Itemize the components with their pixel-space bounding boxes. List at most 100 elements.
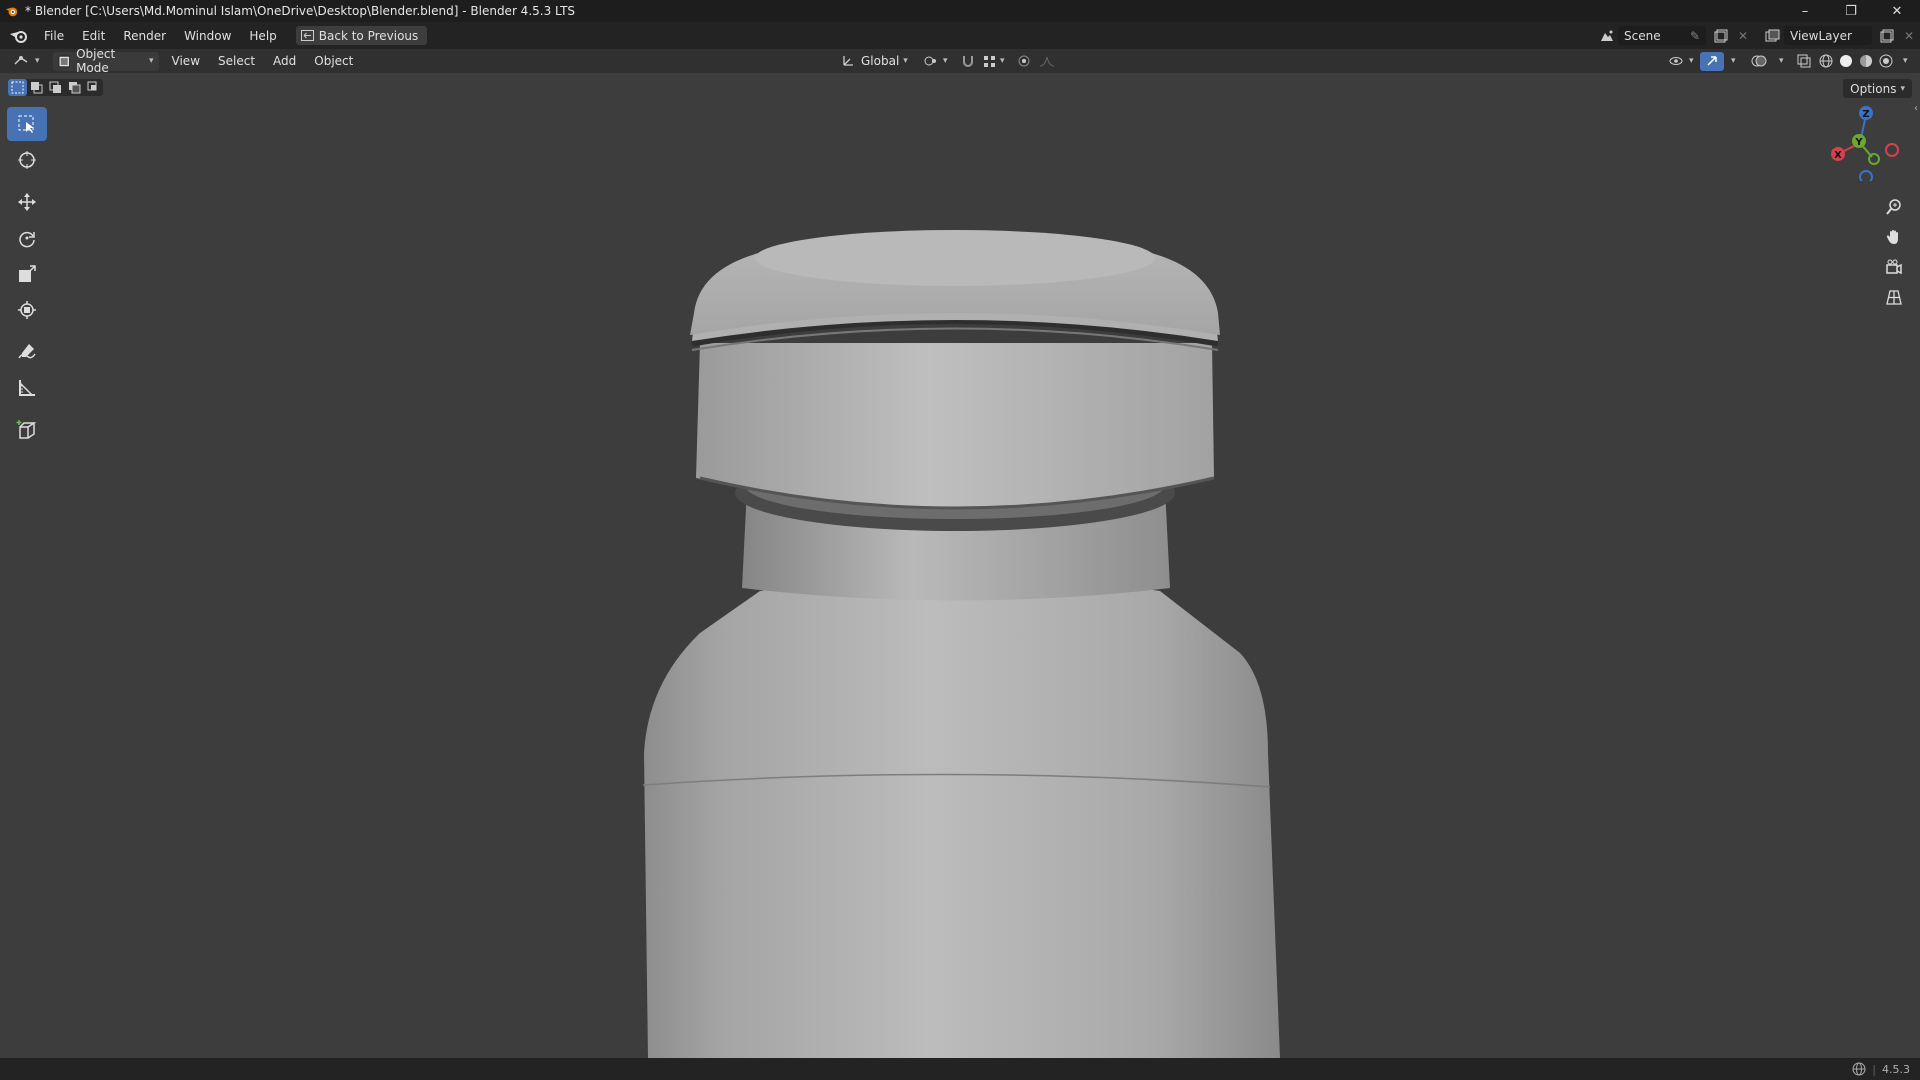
tool-rotate[interactable] (7, 221, 47, 255)
scene-name-field[interactable]: Scene ✎ (1618, 26, 1706, 45)
xray-icon (1797, 54, 1811, 68)
pan-hand-icon (1886, 230, 1898, 244)
cursor-icon (18, 151, 36, 169)
tool-transform[interactable] (7, 293, 47, 327)
zoom-magnifier-icon (1886, 199, 1901, 215)
navigation-gizmo[interactable]: Z Y X (1818, 101, 1908, 181)
menu-render[interactable]: Render (114, 29, 175, 43)
menu-file[interactable]: File (35, 29, 73, 43)
select-invert-icon[interactable] (65, 79, 84, 96)
close-button[interactable]: ✕ (1874, 0, 1920, 22)
xray-toggle[interactable] (1792, 52, 1816, 71)
show-overlays-toggle[interactable] (1746, 52, 1772, 71)
blender-app-icon (5, 7, 18, 17)
gizmo-icon (1707, 56, 1717, 66)
new-scene-icon[interactable] (1710, 26, 1732, 45)
pivot-caret-icon: ▾ (943, 56, 948, 66)
camera-view-button[interactable] (1880, 253, 1908, 281)
shading-caret-icon: ▾ (1903, 56, 1908, 66)
options-dropdown[interactable]: Options ▾ (1843, 79, 1912, 98)
zoom-button[interactable] (1880, 193, 1908, 221)
blender-logo-icon[interactable] (9, 28, 29, 44)
pin-icon[interactable]: ✎ (1690, 29, 1700, 43)
overlays-icon (1751, 55, 1767, 67)
solid-sphere-icon (1840, 55, 1852, 67)
scene-browse-icon[interactable] (1596, 26, 1618, 45)
gizmo-dropdown[interactable]: ▾ (1722, 52, 1741, 71)
perspective-toggle-button[interactable] (1880, 283, 1908, 311)
viewport-header: ▾ Object Mode ▾ View Select Add Object G… (0, 47, 1920, 75)
remove-view-layer-icon[interactable]: ✕ (1898, 26, 1920, 45)
options-caret-icon: ▾ (1900, 83, 1905, 94)
object-mode-caret-icon: ▾ (149, 56, 154, 66)
select-subtract-icon[interactable] (46, 79, 65, 96)
menu-edit[interactable]: Edit (73, 29, 114, 43)
object-mode-dropdown[interactable]: Object Mode ▾ (52, 47, 159, 75)
tool-annotate[interactable] (7, 335, 47, 369)
editor-type-button[interactable]: ▾ (8, 52, 45, 71)
view-layer-name: ViewLayer (1790, 28, 1852, 43)
select-intersect-icon[interactable] (84, 79, 103, 96)
material-sphere-icon (1860, 55, 1872, 67)
gizmo-neg-x-handle[interactable] (1885, 143, 1899, 157)
selectability-visibility-dropdown[interactable]: ▾ (1664, 52, 1699, 71)
3d-viewport-icon (14, 56, 28, 65)
perspective-grid-icon (1886, 290, 1902, 305)
gizmo-neg-y-handle[interactable] (1868, 153, 1880, 165)
editor-type-caret-icon: ▾ (35, 56, 40, 66)
snap-toggle[interactable] (956, 52, 980, 71)
header-menu-select[interactable]: Select (209, 54, 264, 68)
annotate-pencil-icon (18, 344, 36, 359)
eye-pointer-icon (1669, 57, 1683, 65)
proportional-edit-icon (1018, 55, 1030, 67)
header-menu-add[interactable]: Add (264, 54, 305, 68)
gizmo-neg-z-handle[interactable] (1859, 170, 1873, 181)
menu-help[interactable]: Help (240, 29, 285, 43)
select-new-icon[interactable] (8, 79, 27, 96)
snap-target-dropdown[interactable]: ▾ (978, 52, 1010, 71)
tool-select-box[interactable] (7, 107, 47, 141)
tool-measure[interactable] (7, 371, 47, 405)
new-view-layer-icon[interactable] (1876, 26, 1898, 45)
globe-icon[interactable] (1852, 1062, 1866, 1076)
view-layer-browse-icon[interactable] (1762, 26, 1784, 45)
menu-window[interactable]: Window (175, 29, 240, 43)
select-box-icon (18, 115, 34, 133)
tool-move[interactable] (7, 185, 47, 219)
proportional-edit-toggle[interactable] (1012, 52, 1036, 71)
pivot-point-icon (924, 56, 936, 66)
show-gizmo-toggle[interactable] (1700, 51, 1724, 71)
overlays-dropdown[interactable]: ▾ (1770, 52, 1789, 71)
header-menu-object[interactable]: Object (305, 54, 362, 68)
pivot-point-dropdown[interactable]: ▾ (918, 52, 953, 71)
viewport-nav-buttons (1880, 193, 1908, 313)
rendered-sphere-icon (1879, 54, 1893, 68)
select-extend-icon[interactable] (27, 79, 46, 96)
version-label: 4.5.3 (1882, 1062, 1910, 1076)
minimize-button[interactable]: – (1782, 0, 1828, 22)
shading-dropdown[interactable]: ▾ (1894, 52, 1913, 71)
tool-add-cube[interactable] (7, 413, 47, 447)
maximize-button[interactable]: ❐ (1828, 0, 1874, 22)
wireframe-sphere-icon (1819, 54, 1833, 68)
back-to-previous-button[interactable]: Back to Previous (295, 26, 428, 45)
tool-scale[interactable] (7, 257, 47, 291)
proportional-falloff-dropdown[interactable] (1034, 52, 1060, 71)
remove-scene-icon[interactable]: ✕ (1732, 26, 1754, 45)
scale-icon (19, 265, 36, 282)
transform-orientation-dropdown[interactable]: Global ▾ (836, 52, 913, 71)
selection-mode-buttons (8, 79, 103, 96)
camera-icon (1886, 259, 1902, 275)
gizmo-x-label: X (1834, 150, 1842, 161)
snap-caret-icon: ▾ (1000, 56, 1005, 66)
pan-button[interactable] (1880, 223, 1908, 251)
view-layer-field[interactable]: ViewLayer (1784, 26, 1872, 45)
window-title: * Blender [C:\Users\Md.Mominul Islam\One… (25, 4, 576, 18)
snap-magnet-icon (963, 56, 973, 67)
tool-cursor[interactable] (7, 143, 47, 177)
header-menu-view[interactable]: View (163, 54, 209, 68)
add-cube-icon (16, 420, 37, 439)
sidebar-toggle-icon[interactable]: ‹ (1914, 103, 1918, 114)
3d-viewport[interactable]: Options ▾ Z Y X ‹ (0, 73, 1920, 1058)
orientation-caret-icon: ▾ (903, 56, 908, 66)
